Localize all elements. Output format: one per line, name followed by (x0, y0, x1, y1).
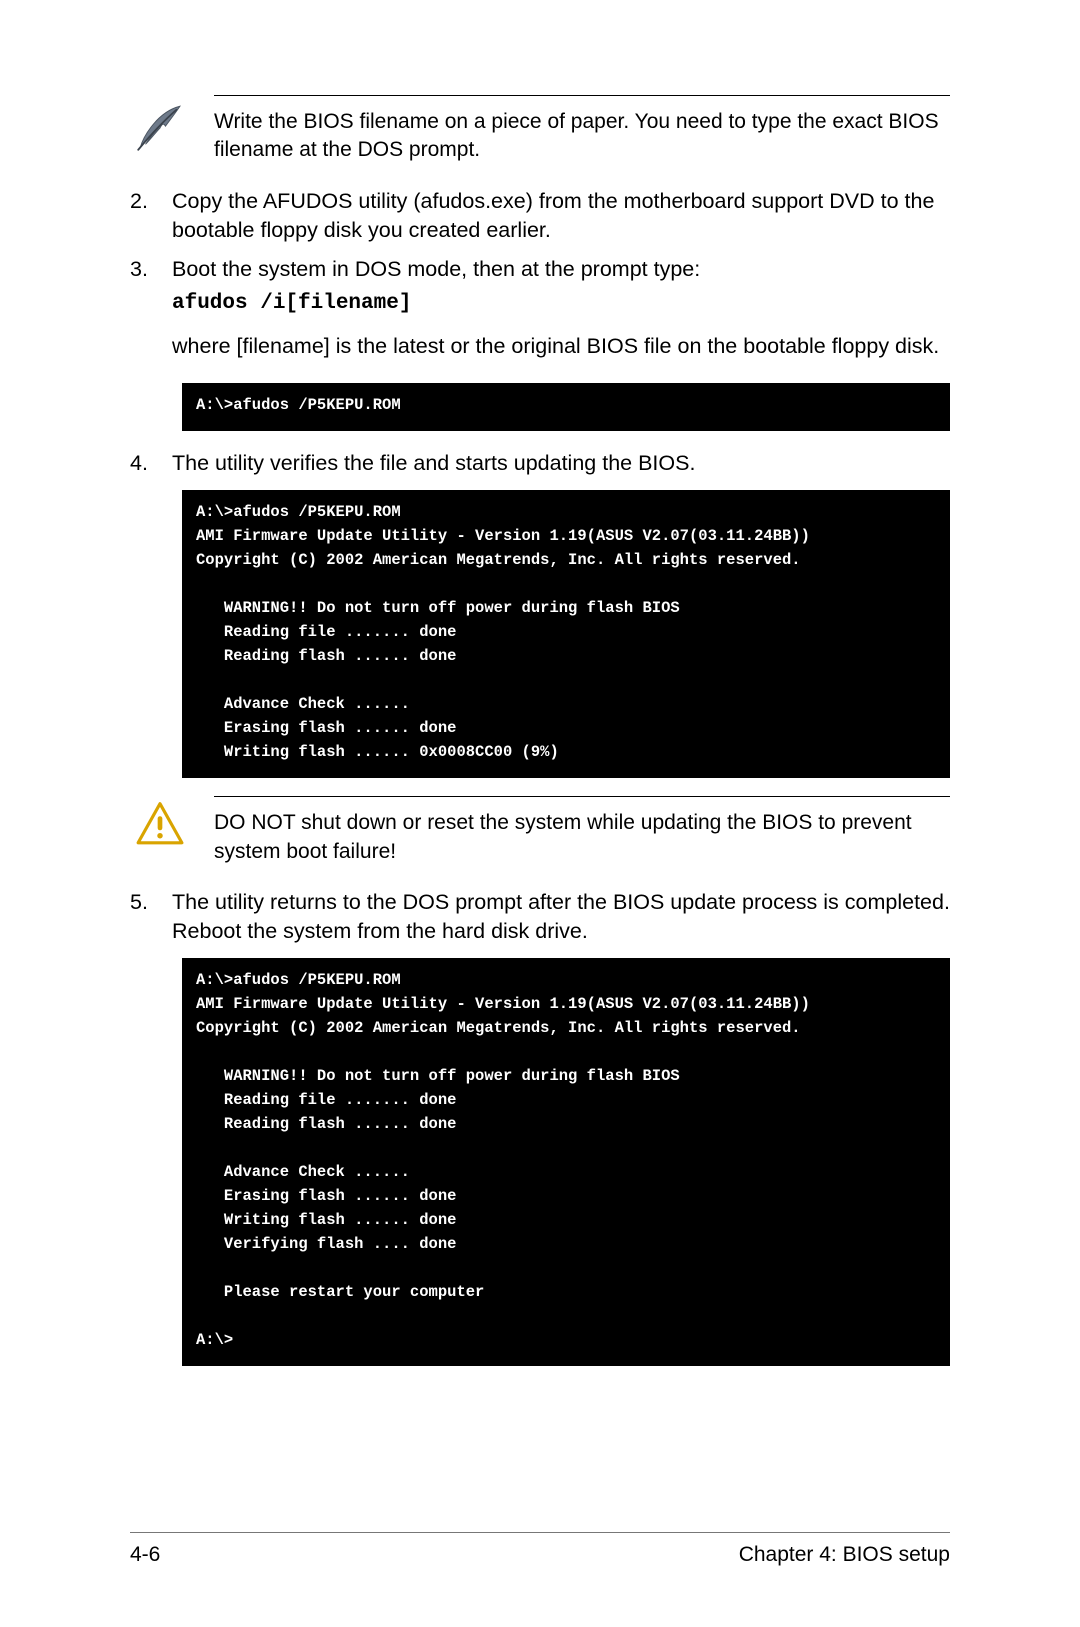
step-number: 2. (130, 187, 154, 245)
warning-icon (130, 796, 190, 848)
step-tail: where [filename] is the latest or the or… (172, 332, 950, 361)
step-text: Boot the system in DOS mode, then at the… (172, 255, 950, 284)
manual-page: Write the BIOS filename on a piece of pa… (0, 0, 1080, 1627)
terminal-output-3: A:\>afudos /P5KEPU.ROM AMI Firmware Upda… (182, 958, 950, 1366)
step-text: The utility verifies the file and starts… (172, 449, 950, 478)
chapter-title: Chapter 4: BIOS setup (739, 1543, 950, 1567)
step-number: 5. (130, 888, 154, 946)
step-text: Copy the AFUDOS utility (afudos.exe) fro… (172, 187, 950, 245)
terminal-output-2: A:\>afudos /P5KEPU.ROM AMI Firmware Upda… (182, 490, 950, 778)
note-write-filename: Write the BIOS filename on a piece of pa… (130, 95, 950, 165)
step-4: 4. The utility verifies the file and sta… (130, 449, 950, 478)
note-text: Write the BIOS filename on a piece of pa… (214, 95, 950, 165)
terminal-output-1: A:\>afudos /P5KEPU.ROM (182, 383, 950, 431)
step-number: 3. (130, 255, 154, 371)
step-text: The utility returns to the DOS prompt af… (172, 888, 950, 946)
page-footer: 4-6 Chapter 4: BIOS setup (130, 1532, 950, 1567)
step-number: 4. (130, 449, 154, 478)
step-2: 2. Copy the AFUDOS utility (afudos.exe) … (130, 187, 950, 245)
feather-icon (130, 95, 190, 157)
page-number: 4-6 (130, 1543, 160, 1567)
step-body: Boot the system in DOS mode, then at the… (172, 255, 950, 371)
step-5: 5. The utility returns to the DOS prompt… (130, 888, 950, 946)
note-do-not-shutdown: DO NOT shut down or reset the system whi… (130, 796, 950, 866)
command-text: afudos /i[filename] (172, 290, 950, 318)
step-3: 3. Boot the system in DOS mode, then at … (130, 255, 950, 371)
note-text: DO NOT shut down or reset the system whi… (214, 796, 950, 866)
